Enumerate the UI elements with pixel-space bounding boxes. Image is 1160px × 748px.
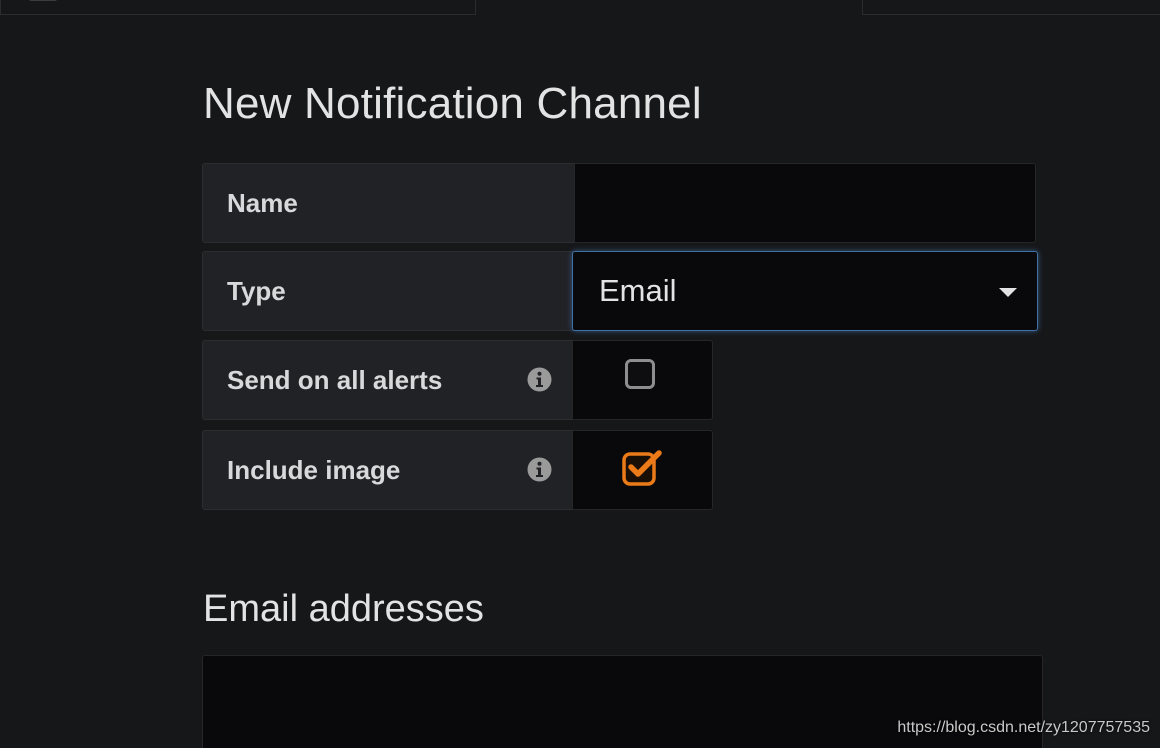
info-icon[interactable] <box>527 457 552 482</box>
send-on-all-alerts-checkbox-cell <box>572 340 713 420</box>
name-input[interactable] <box>574 163 1036 243</box>
top-tab-right[interactable] <box>862 0 1160 15</box>
type-select[interactable]: Email <box>572 251 1038 331</box>
send-on-all-alerts-label-cell: Send on all alerts <box>202 340 574 420</box>
email-addresses-title: Email addresses <box>203 588 484 630</box>
include-image-row: Include image <box>202 430 713 510</box>
type-label-cell: Type <box>202 251 574 331</box>
top-tab-left[interactable] <box>0 0 476 15</box>
notification-channel-page: New Notification Channel Name Type Email… <box>0 0 1160 748</box>
type-row: Type Email <box>202 251 1038 331</box>
name-label-cell: Name <box>202 163 576 243</box>
include-image-label-cell: Include image <box>202 430 574 510</box>
type-label: Type <box>227 276 286 306</box>
name-label: Name <box>227 188 298 218</box>
watermark: https://blog.csdn.net/zy1207757535 <box>897 719 1150 736</box>
include-image-checkbox-cell <box>572 430 713 510</box>
type-select-value: Email <box>599 273 677 308</box>
send-on-all-alerts-checkbox[interactable] <box>625 359 655 389</box>
include-image-checkbox[interactable] <box>621 447 665 487</box>
tab-icon <box>29 0 57 1</box>
name-row: Name <box>202 163 1038 243</box>
caret-down-icon <box>999 288 1017 297</box>
page-title: New Notification Channel <box>203 79 702 128</box>
send-on-all-alerts-label: Send on all alerts <box>227 365 443 395</box>
info-icon[interactable] <box>527 367 552 392</box>
send-on-all-alerts-row: Send on all alerts <box>202 340 713 420</box>
include-image-label: Include image <box>227 455 401 485</box>
